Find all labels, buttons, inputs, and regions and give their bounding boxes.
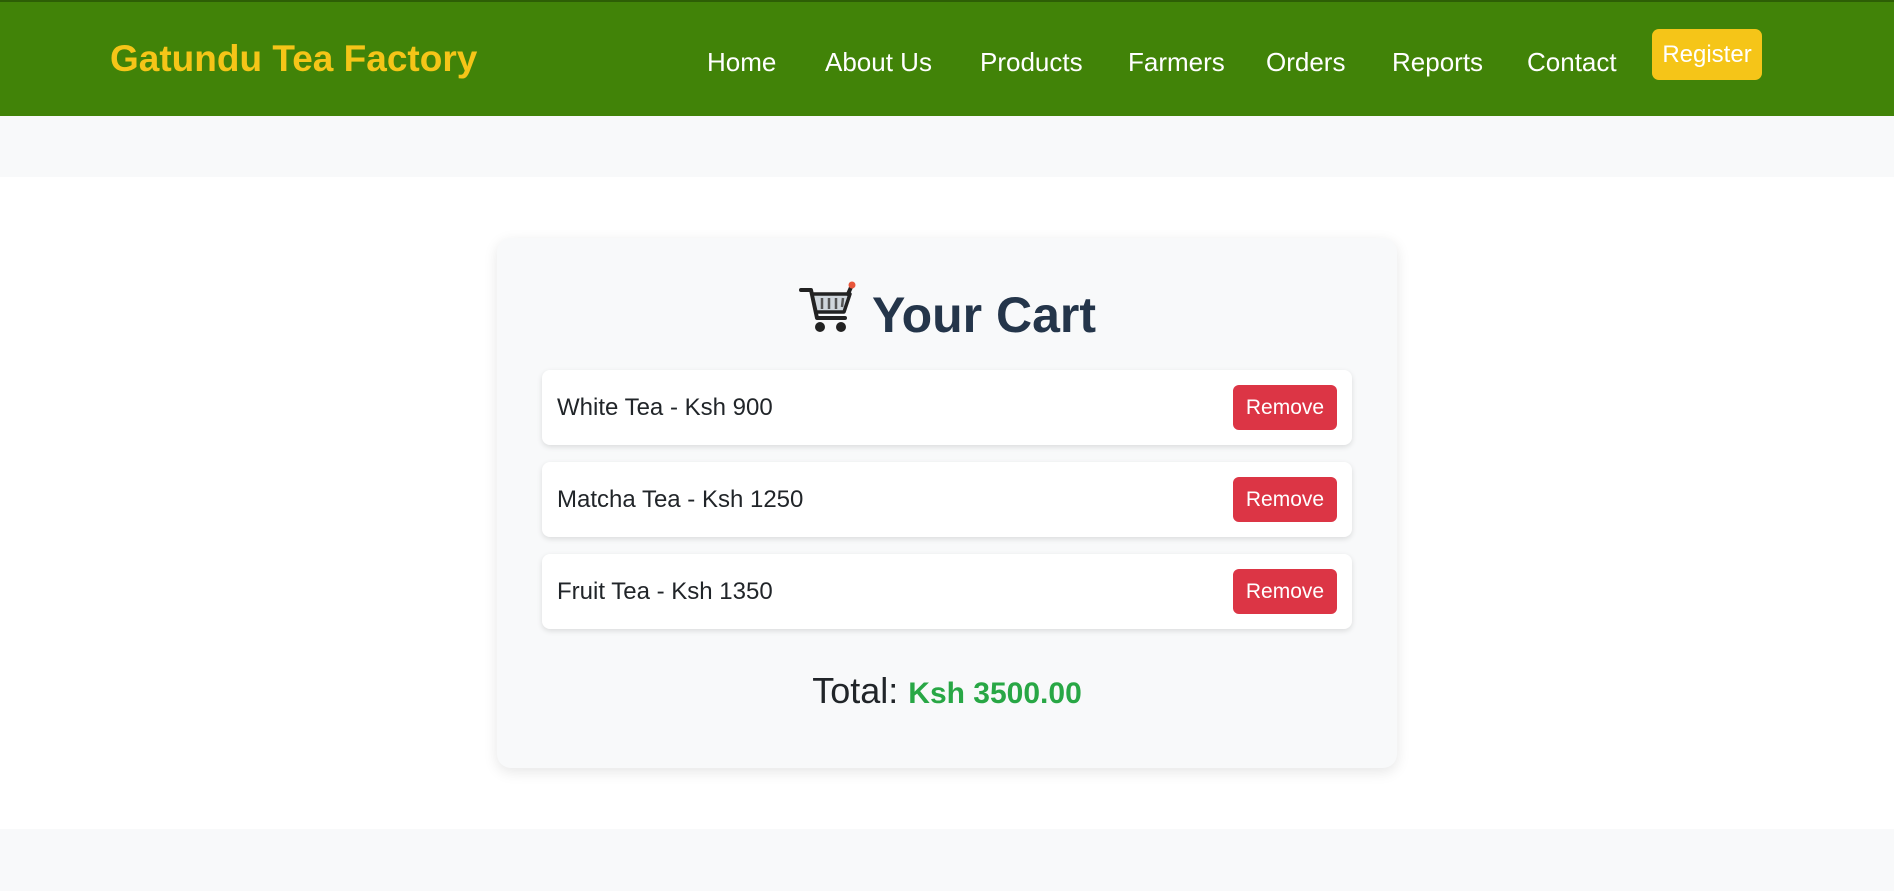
nav-home[interactable]: Home <box>707 47 776 78</box>
navbar: Gatundu Tea Factory Home About Us Produc… <box>0 0 1894 116</box>
cart-item: White Tea - Ksh 900 Remove <box>542 370 1352 445</box>
cart-total: Total: Ksh 3500.00 <box>497 670 1397 712</box>
cart-item-text: White Tea - Ksh 900 <box>557 394 773 421</box>
nav-links: Home About Us Products Farmers Orders Re… <box>0 47 1894 87</box>
cart-item-text: Fruit Tea - Ksh 1350 <box>557 578 773 605</box>
bottom-spacer <box>0 829 1894 891</box>
cart-title: Your Cart <box>871 287 1097 343</box>
top-spacer <box>0 116 1894 177</box>
nav-reports[interactable]: Reports <box>1392 47 1483 78</box>
total-label: Total: <box>812 670 909 711</box>
nav-farmers[interactable]: Farmers <box>1128 47 1225 78</box>
nav-products[interactable]: Products <box>980 47 1083 78</box>
remove-button[interactable]: Remove <box>1233 477 1337 522</box>
remove-button[interactable]: Remove <box>1233 385 1337 430</box>
cart-heading: Your Cart <box>497 281 1397 348</box>
remove-button[interactable]: Remove <box>1233 569 1337 614</box>
register-button[interactable]: Register <box>1652 29 1762 80</box>
nav-orders[interactable]: Orders <box>1266 47 1345 78</box>
cart-card: Your Cart White Tea - Ksh 900 Remove Mat… <box>497 238 1397 768</box>
nav-about-us[interactable]: About Us <box>825 47 932 78</box>
shopping-cart-icon <box>798 280 856 348</box>
total-value: Ksh 3500.00 <box>908 677 1082 710</box>
cart-item-text: Matcha Tea - Ksh 1250 <box>557 486 804 513</box>
cart-item: Fruit Tea - Ksh 1350 Remove <box>542 554 1352 629</box>
nav-contact[interactable]: Contact <box>1527 47 1617 78</box>
cart-item: Matcha Tea - Ksh 1250 Remove <box>542 462 1352 537</box>
